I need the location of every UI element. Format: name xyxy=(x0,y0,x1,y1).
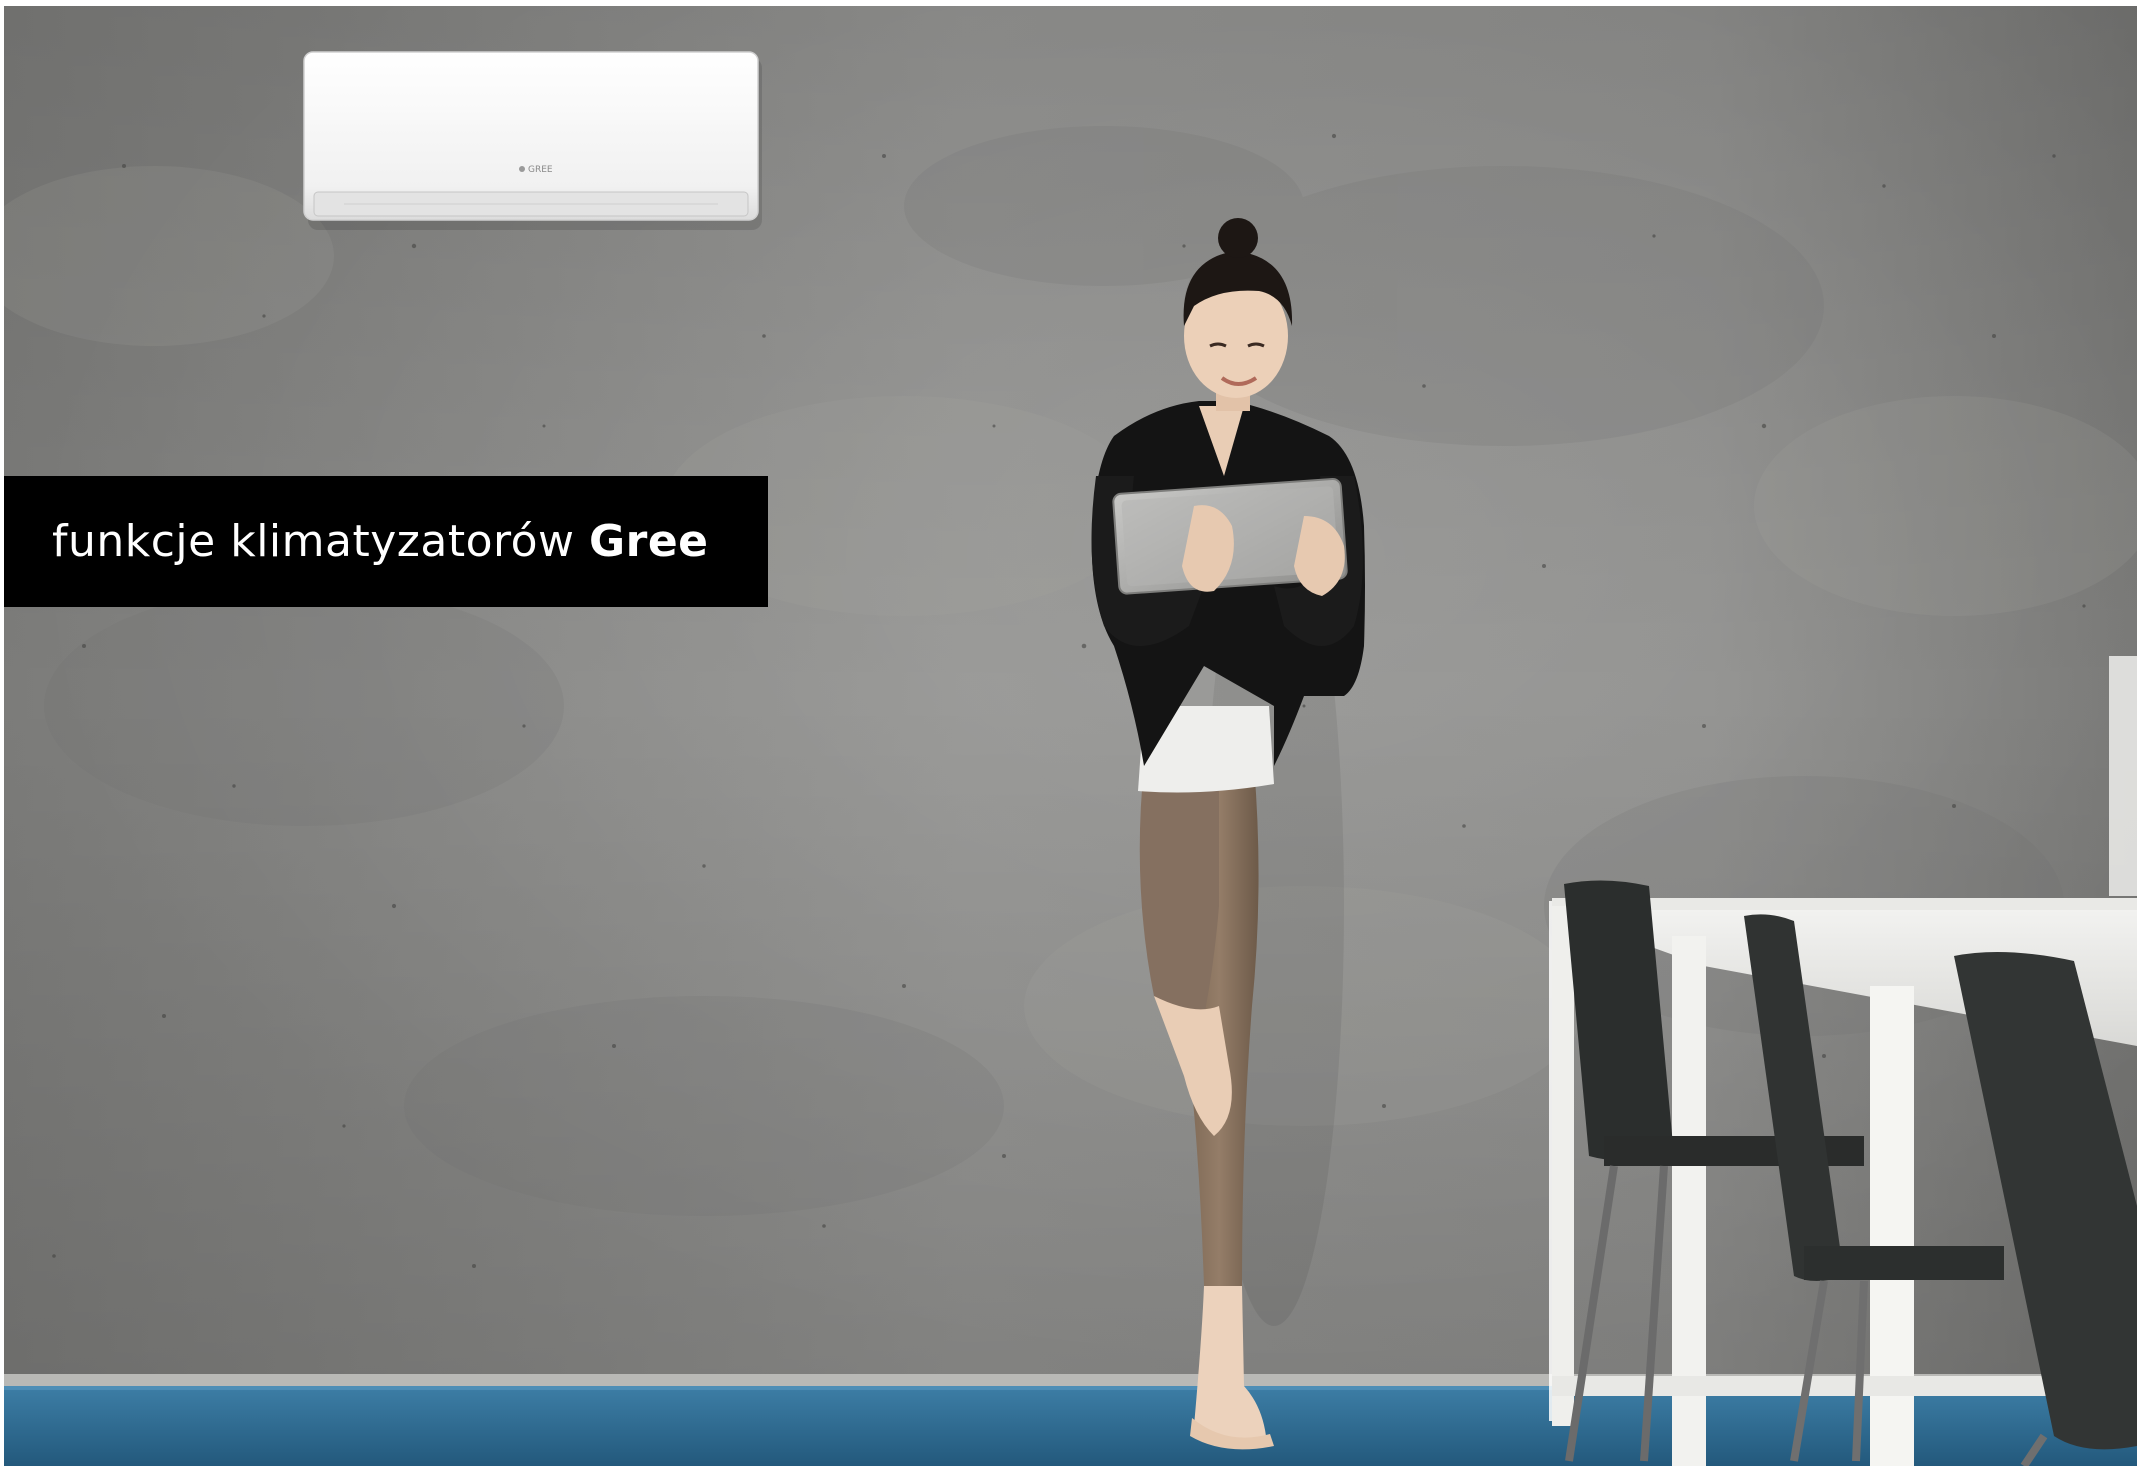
hair-bun xyxy=(1218,218,1258,258)
banner-title-light: funkcje klimatyzatorów xyxy=(52,516,590,567)
banner-title-brand: Gree xyxy=(589,516,709,567)
scene-illustration: GREE xyxy=(4,6,2137,1466)
ac-brand-label: GREE xyxy=(528,165,553,175)
air-conditioner-unit: GREE xyxy=(303,51,762,230)
blue-floor xyxy=(4,1386,2137,1466)
banner-title: funkcje klimatyzatorów Gree xyxy=(52,516,709,567)
photo-scene: GREE xyxy=(4,6,2137,1466)
title-banner: funkcje klimatyzatorów Gree xyxy=(4,476,768,607)
